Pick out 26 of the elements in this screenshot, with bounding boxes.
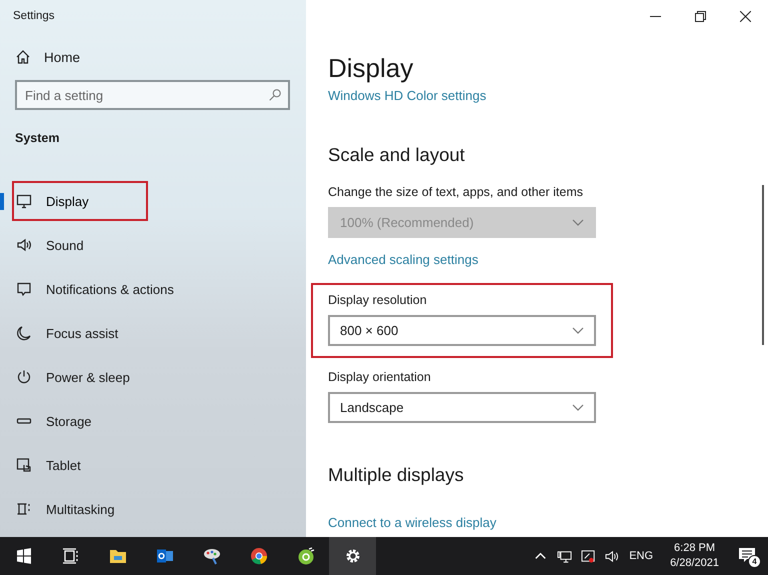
nav-item[interactable]: Power & sleep [0, 357, 130, 397]
nav-item[interactable]: Storage [0, 401, 92, 441]
nav-item[interactable]: Multitasking [0, 489, 115, 529]
window-title: Settings [12, 9, 56, 24]
clock[interactable]: 6:28 PM 6/28/2021 [670, 541, 719, 571]
dropdown[interactable]: Landscape [328, 392, 596, 423]
search-field[interactable]: Find a setting [15, 80, 290, 110]
section-heading: System [14, 130, 60, 147]
field-label: Change the size of text, apps, and other items [328, 185, 584, 199]
link[interactable]: Advanced scaling settings [328, 252, 478, 267]
link[interactable]: Windows HD Color settings [328, 88, 486, 103]
nav-item[interactable]: Notifications & actions [0, 269, 174, 309]
home-link[interactable]: Home [0, 44, 306, 70]
section-heading: Scale and layout [328, 143, 465, 167]
language-indicator[interactable]: ENG [629, 550, 654, 562]
nav-item[interactable]: Sound [0, 225, 84, 265]
section-heading: Multiple displays [328, 463, 464, 487]
field-label: Display orientation [328, 370, 431, 384]
field-label: Display resolution [328, 293, 427, 307]
nav-item[interactable]: Focus assist [0, 313, 118, 353]
notification-button[interactable]: 4 [736, 545, 758, 567]
nav-item[interactable]: Display [12, 181, 148, 221]
page-title: Display [328, 52, 414, 84]
link[interactable]: Connect to a wireless display [328, 515, 496, 530]
dropdown[interactable]: 800 × 600 [328, 315, 596, 346]
nav-item[interactable]: Tablet [0, 445, 81, 485]
